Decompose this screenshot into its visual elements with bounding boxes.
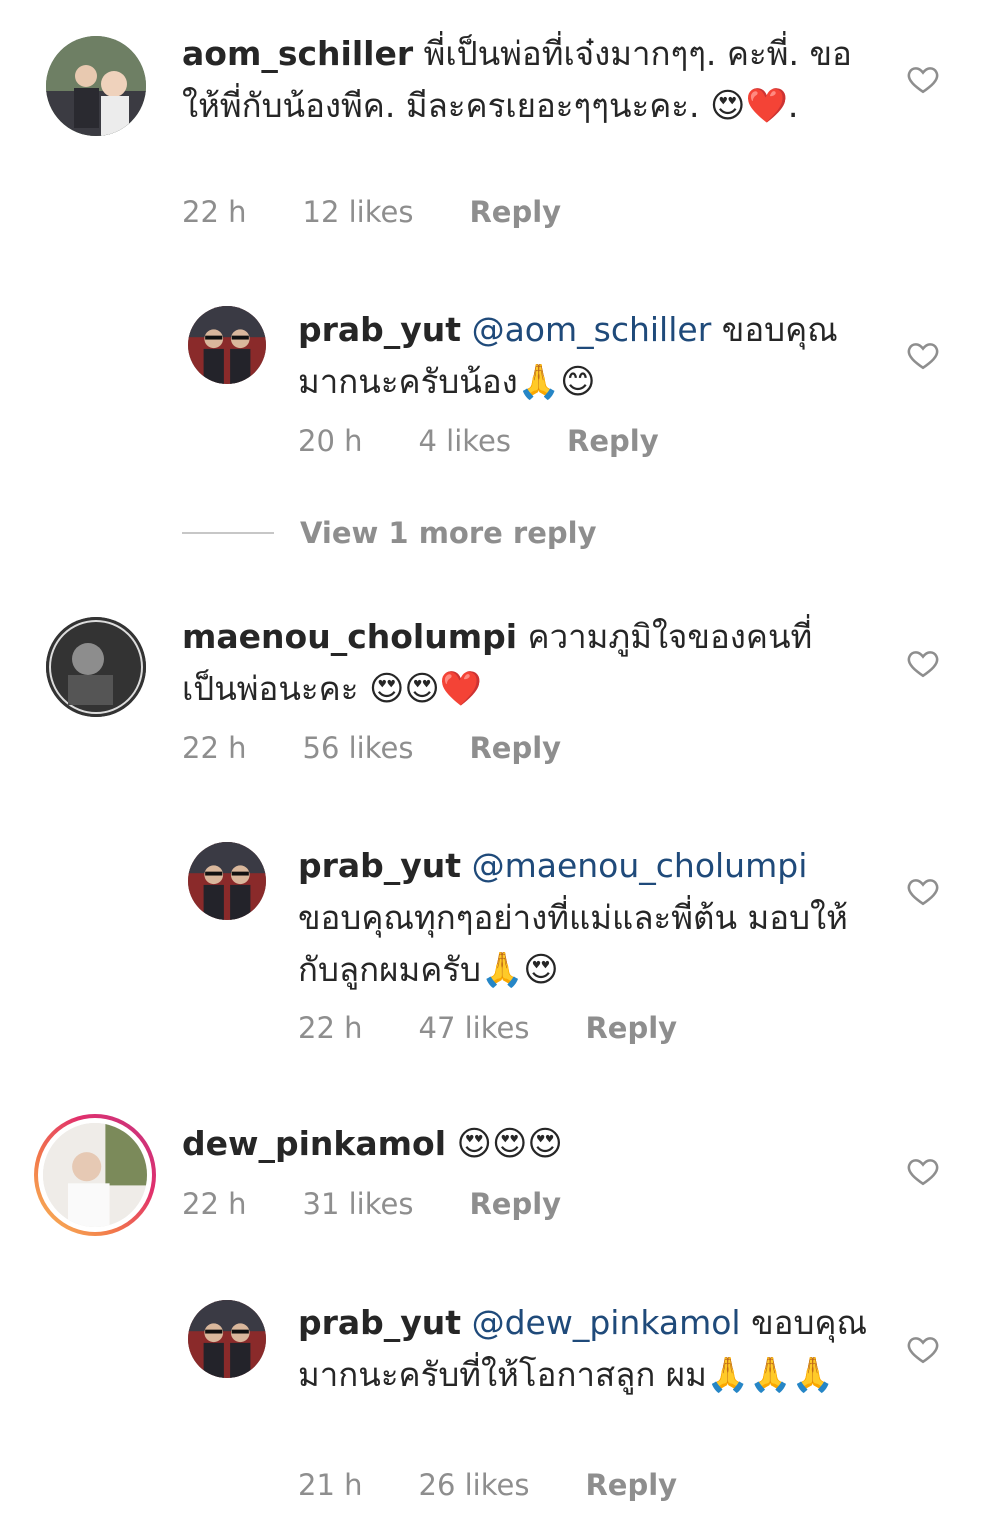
username[interactable]: dew_pinkamol xyxy=(182,1124,446,1163)
timestamp: 22 h xyxy=(298,1011,363,1045)
emoji: 😍😍❤️ xyxy=(368,669,483,709)
timestamp: 22 h xyxy=(182,731,247,765)
avatar[interactable] xyxy=(46,36,146,136)
likes-count[interactable]: 12 likes xyxy=(303,195,414,229)
comment-body: prab_yut @dew_pinkamol ขอบคุณมากนะครับที… xyxy=(298,1297,878,1401)
view-more-replies[interactable]: View 1 more reply xyxy=(182,516,597,550)
comment-meta: 20 h 4 likes Reply xyxy=(298,424,715,458)
heart-icon[interactable] xyxy=(906,874,940,908)
mention-link[interactable]: @dew_pinkamol xyxy=(472,1303,741,1342)
timestamp: 20 h xyxy=(298,424,363,458)
heart-icon[interactable] xyxy=(906,1332,940,1366)
heart-icon[interactable] xyxy=(906,338,940,372)
comment-meta: 22 h 56 likes Reply xyxy=(182,731,617,765)
emoji: 🙏😍 xyxy=(480,950,559,990)
mention-link[interactable]: @maenou_cholumpi xyxy=(472,846,808,885)
avatar[interactable] xyxy=(46,617,146,717)
comment-meta: 21 h 26 likes Reply xyxy=(298,1468,733,1502)
comment-body: maenou_cholumpi ความภูมิใจของคนที่เป็นพ่… xyxy=(182,611,862,715)
timestamp: 22 h xyxy=(182,1187,247,1221)
likes-count[interactable]: 47 likes xyxy=(419,1011,530,1045)
username[interactable]: prab_yut xyxy=(298,846,461,885)
likes-count[interactable]: 26 likes xyxy=(419,1468,530,1502)
username[interactable]: prab_yut xyxy=(298,310,461,349)
comment-body: dew_pinkamol 😍😍😍 xyxy=(182,1118,862,1170)
comment-meta: 22 h 31 likes Reply xyxy=(182,1187,617,1221)
reply-button[interactable]: Reply xyxy=(469,1187,561,1221)
emoji: 😍❤️. xyxy=(710,86,799,126)
username[interactable]: maenou_cholumpi xyxy=(182,617,517,656)
heart-icon[interactable] xyxy=(906,62,940,96)
comment-meta: 22 h 12 likes Reply xyxy=(182,195,617,229)
view-more-label[interactable]: View 1 more reply xyxy=(300,516,597,550)
avatar[interactable] xyxy=(188,306,266,384)
comment-meta: 22 h 47 likes Reply xyxy=(298,1011,733,1045)
avatar[interactable] xyxy=(188,842,266,920)
likes-count[interactable]: 31 likes xyxy=(303,1187,414,1221)
likes-count[interactable]: 4 likes xyxy=(419,424,512,458)
comment-text: ขอบคุณทุกๆอย่างที่แม่และพี่ต้น มอบให้กับ… xyxy=(298,898,848,989)
reply-button[interactable]: Reply xyxy=(585,1011,677,1045)
emoji: 😍😍😍 xyxy=(456,1124,563,1164)
heart-icon[interactable] xyxy=(906,1154,940,1188)
mention-link[interactable]: @aom_schiller xyxy=(472,310,712,349)
likes-count[interactable]: 56 likes xyxy=(303,731,414,765)
username[interactable]: prab_yut xyxy=(298,1303,461,1342)
reply-button[interactable]: Reply xyxy=(567,424,659,458)
divider xyxy=(182,532,274,534)
heart-icon[interactable] xyxy=(906,646,940,680)
username[interactable]: aom_schiller xyxy=(182,34,413,73)
story-ring-avatar[interactable] xyxy=(34,1114,156,1236)
comment-body: prab_yut @maenou_cholumpi ขอบคุณทุกๆอย่า… xyxy=(298,840,878,996)
reply-button[interactable]: Reply xyxy=(469,195,561,229)
comment-body: aom_schiller พี่เป็นพ่อที่เจ๋งมากๆๆ. คะพ… xyxy=(182,28,862,132)
comment-body: prab_yut @aom_schiller ขอบคุณมากนะครับน้… xyxy=(298,304,878,408)
emoji: 🙏🙏🙏 xyxy=(706,1355,834,1395)
reply-button[interactable]: Reply xyxy=(469,731,561,765)
emoji: 🙏😊 xyxy=(517,362,596,402)
reply-button[interactable]: Reply xyxy=(585,1468,677,1502)
timestamp: 22 h xyxy=(182,195,247,229)
avatar[interactable] xyxy=(188,1300,266,1378)
timestamp: 21 h xyxy=(298,1468,363,1502)
